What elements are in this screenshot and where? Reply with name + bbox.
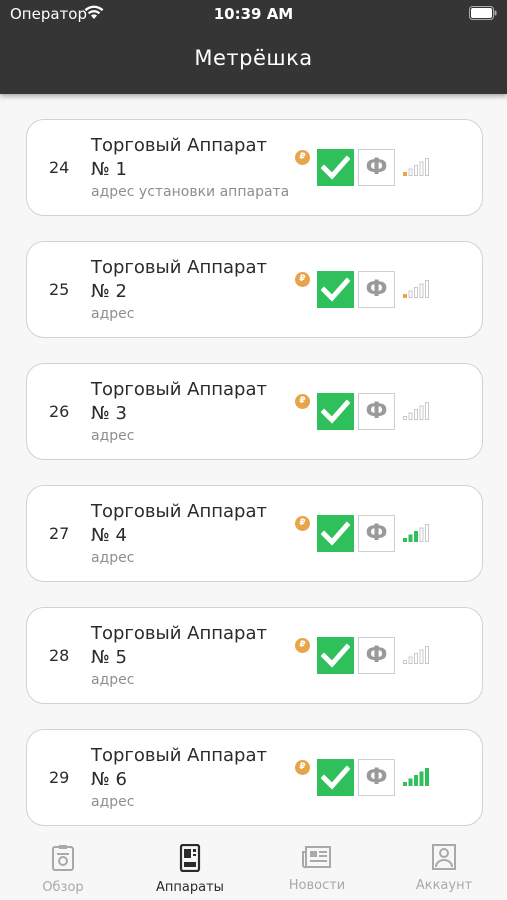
signal-strength-icon bbox=[403, 400, 431, 425]
ruble-coin-icon: ₽ bbox=[295, 150, 310, 165]
check-icon bbox=[317, 515, 354, 552]
machine-card[interactable]: 26 Торговый Аппарат № 3 адрес ₽ Ф bbox=[26, 363, 483, 460]
signal-strength-icon bbox=[403, 278, 431, 303]
fiscal-badge: Ф bbox=[358, 515, 395, 552]
tab-label: Аппараты bbox=[156, 880, 224, 895]
header: Оператор 10:39 AM Метрёшка bbox=[0, 0, 507, 94]
machine-name: Торговый Аппарат № 1 bbox=[91, 135, 267, 180]
machine-card[interactable]: 25 Торговый Аппарат № 2 адрес ₽ Ф bbox=[26, 241, 483, 338]
check-icon bbox=[317, 759, 354, 796]
machine-number: 28 bbox=[49, 646, 70, 665]
machine-number: 29 bbox=[49, 768, 70, 787]
overview-icon bbox=[0, 844, 126, 876]
machine-address: адрес bbox=[91, 550, 135, 566]
status-bar: Оператор 10:39 AM bbox=[0, 0, 507, 30]
signal-strength-icon bbox=[403, 766, 431, 791]
tab-overview[interactable]: Обзор bbox=[0, 844, 126, 895]
machine-card[interactable]: 24 Торговый Аппарат № 1 адрес установки ап… bbox=[26, 119, 483, 216]
check-icon bbox=[317, 271, 354, 308]
ruble-coin-icon: ₽ bbox=[295, 394, 310, 409]
machine-card[interactable]: 29 Торговый Аппарат № 6 адрес ₽ Ф bbox=[26, 729, 483, 826]
machine-name: Торговый Аппарат № 5 bbox=[91, 623, 267, 668]
machine-name: Торговый Аппарат № 6 bbox=[91, 745, 267, 790]
machine-card[interactable]: 27 Торговый Аппарат № 4 адрес ₽ Ф bbox=[26, 485, 483, 582]
tab-machines[interactable]: Аппараты bbox=[127, 843, 253, 895]
machine-name: Торговый Аппарат № 2 bbox=[91, 257, 267, 302]
machine-number: 27 bbox=[49, 524, 70, 543]
machine-address: адрес bbox=[91, 794, 135, 810]
machine-number: 26 bbox=[49, 402, 70, 421]
machine-name: Торговый Аппарат № 4 bbox=[91, 501, 267, 546]
machine-address: адрес bbox=[91, 306, 135, 322]
machine-address: адрес bbox=[91, 672, 135, 688]
fiscal-badge: Ф bbox=[358, 637, 395, 674]
ruble-coin-icon: ₽ bbox=[295, 516, 310, 531]
check-icon bbox=[317, 393, 354, 430]
ruble-coin-icon: ₽ bbox=[295, 638, 310, 653]
signal-strength-icon bbox=[403, 522, 431, 547]
clock: 10:39 AM bbox=[213, 5, 294, 23]
signal-strength-icon bbox=[403, 156, 431, 181]
tab-label: Обзор bbox=[42, 880, 84, 895]
battery-icon bbox=[469, 6, 497, 24]
tab-account[interactable]: Аккаунт bbox=[381, 844, 507, 893]
machine-address: адрес bbox=[91, 428, 135, 444]
signal-strength-icon bbox=[403, 644, 431, 669]
machine-number: 25 bbox=[49, 280, 70, 299]
tab-label: Новости bbox=[288, 878, 346, 893]
machines-icon bbox=[127, 843, 253, 876]
tab-news[interactable]: Новости bbox=[254, 844, 380, 893]
machine-address: адрес установки аппарата bbox=[91, 184, 290, 200]
tab-bar: Обзор Аппараты Новости Аккаунт bbox=[0, 836, 507, 900]
fiscal-badge: Ф bbox=[358, 271, 395, 308]
news-icon bbox=[254, 844, 380, 874]
check-icon bbox=[317, 637, 354, 674]
tab-label: Аккаунт bbox=[415, 878, 473, 893]
fiscal-badge: Ф bbox=[358, 149, 395, 186]
check-icon bbox=[317, 149, 354, 186]
ruble-coin-icon: ₽ bbox=[295, 760, 310, 775]
page-title: Метрёшка bbox=[194, 46, 313, 70]
machine-number: 24 bbox=[49, 158, 70, 177]
ruble-coin-icon: ₽ bbox=[295, 272, 310, 287]
machine-name: Торговый Аппарат № 3 bbox=[91, 379, 267, 424]
machine-card[interactable]: 28 Торговый Аппарат № 5 адрес ₽ Ф bbox=[26, 607, 483, 704]
fiscal-badge: Ф bbox=[358, 759, 395, 796]
fiscal-badge: Ф bbox=[358, 393, 395, 430]
account-icon bbox=[381, 844, 507, 874]
